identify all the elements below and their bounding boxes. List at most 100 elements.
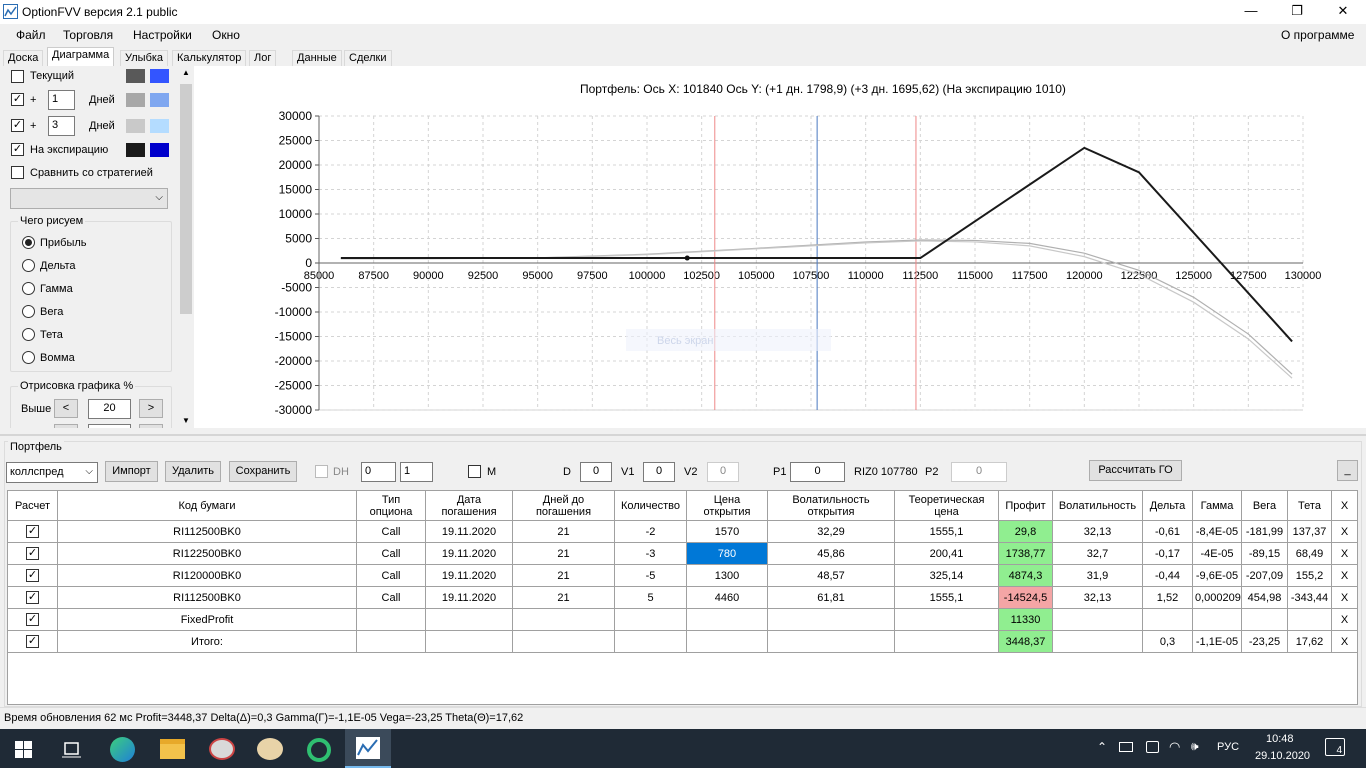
below-increase-button[interactable] bbox=[139, 424, 163, 428]
table-cell[interactable]: -343,44 bbox=[1287, 586, 1332, 609]
table-cell[interactable]: 1555,1 bbox=[894, 586, 999, 609]
v2-input[interactable]: 0 bbox=[707, 462, 739, 482]
compare-checkbox[interactable] bbox=[11, 166, 24, 179]
table-cell[interactable] bbox=[1142, 608, 1193, 631]
radio-theta[interactable] bbox=[22, 328, 35, 341]
table-cell[interactable]: 325,14 bbox=[894, 564, 999, 587]
table-cell[interactable] bbox=[356, 630, 426, 653]
battery-icon[interactable] bbox=[1119, 742, 1133, 752]
column-header[interactable]: Дней до погашения bbox=[512, 490, 615, 521]
table-cell[interactable]: -207,09 bbox=[1241, 564, 1288, 587]
column-header[interactable]: Тип опциона bbox=[356, 490, 426, 521]
table-cell[interactable] bbox=[356, 608, 426, 631]
m-checkbox[interactable] bbox=[468, 465, 481, 478]
minimize-button[interactable]: — bbox=[1228, 0, 1274, 24]
table-cell[interactable]: Итого: bbox=[57, 630, 357, 653]
tab-deals[interactable]: Сделки bbox=[344, 50, 392, 66]
calc-checkbox[interactable]: ✓ bbox=[26, 635, 39, 648]
remove-row-button[interactable]: X bbox=[1331, 608, 1358, 631]
table-cell[interactable]: -181,99 bbox=[1241, 520, 1288, 543]
table-cell[interactable]: FixedProfit bbox=[57, 608, 357, 631]
table-cell[interactable]: 48,57 bbox=[767, 564, 895, 587]
table-cell[interactable] bbox=[1052, 608, 1143, 631]
table-cell[interactable]: 68,49 bbox=[1287, 542, 1332, 565]
plus1-checkbox[interactable]: ✓ bbox=[11, 93, 24, 106]
tab-calculator[interactable]: Калькулятор bbox=[172, 50, 247, 66]
column-header[interactable]: Теоретическая цена bbox=[894, 490, 999, 521]
table-cell[interactable]: 3448,37 bbox=[998, 630, 1053, 653]
clock-date[interactable]: 29.10.2020 bbox=[1255, 750, 1310, 762]
windows-start-icon[interactable] bbox=[15, 741, 32, 758]
table-cell[interactable]: 31,9 bbox=[1052, 564, 1143, 587]
table-cell[interactable]: 5 bbox=[614, 586, 687, 609]
menu-file[interactable]: Файл bbox=[16, 28, 46, 42]
import-button[interactable]: Импорт bbox=[105, 461, 158, 482]
table-cell[interactable]: 21 bbox=[512, 542, 615, 565]
table-cell[interactable]: 200,41 bbox=[894, 542, 999, 565]
calc-checkbox-cell[interactable]: ✓ bbox=[7, 564, 58, 587]
table-cell[interactable]: 29,8 bbox=[998, 520, 1053, 543]
table-cell[interactable]: 32,29 bbox=[767, 520, 895, 543]
d-input[interactable]: 0 bbox=[580, 462, 612, 482]
table-cell[interactable] bbox=[614, 630, 687, 653]
table-cell[interactable]: -0,61 bbox=[1142, 520, 1193, 543]
table-cell[interactable]: RI120000BK0 bbox=[57, 564, 357, 587]
calc-checkbox[interactable]: ✓ bbox=[26, 613, 39, 626]
radio-vomma[interactable] bbox=[22, 351, 35, 364]
table-cell[interactable]: 21 bbox=[512, 520, 615, 543]
table-cell[interactable]: 1300 bbox=[686, 564, 768, 587]
left-panel-scrollbar[interactable]: ▲ ▼ bbox=[178, 66, 194, 428]
days1-input[interactable]: 1 bbox=[48, 90, 75, 110]
optionfvv-taskbar-button[interactable] bbox=[345, 729, 391, 768]
table-cell[interactable]: RI112500BK0 bbox=[57, 586, 357, 609]
menu-window[interactable]: Окно bbox=[212, 28, 240, 42]
table-cell[interactable]: 4460 bbox=[686, 586, 768, 609]
color-swatch[interactable] bbox=[150, 119, 169, 133]
task-view-icon[interactable] bbox=[62, 740, 81, 758]
table-row[interactable]: ✓ Итого: 3448,37 0,3 -1,1E-05 -23,25 17,62 X bbox=[7, 630, 1358, 653]
table-cell[interactable] bbox=[1192, 608, 1242, 631]
table-cell[interactable] bbox=[686, 608, 768, 631]
table-cell[interactable]: -23,25 bbox=[1241, 630, 1288, 653]
column-header[interactable]: Вега bbox=[1241, 490, 1288, 521]
table-cell[interactable]: 32,13 bbox=[1052, 520, 1143, 543]
scrollbar-thumb[interactable] bbox=[180, 84, 192, 314]
save-button[interactable]: Сохранить bbox=[229, 461, 297, 482]
calc-checkbox-cell[interactable]: ✓ bbox=[7, 520, 58, 543]
clock-time[interactable]: 10:48 bbox=[1266, 733, 1294, 745]
table-cell[interactable] bbox=[767, 630, 895, 653]
tab-board[interactable]: Доска bbox=[3, 50, 44, 66]
table-cell[interactable]: 19.11.2020 bbox=[425, 586, 513, 609]
calc-margin-button[interactable]: Рассчитать ГО bbox=[1089, 460, 1182, 481]
collapse-button[interactable]: _ bbox=[1337, 460, 1358, 481]
volume-icon[interactable]: 🕪 bbox=[1191, 739, 1199, 754]
spin1-input[interactable]: 0 bbox=[361, 462, 396, 482]
table-cell[interactable] bbox=[512, 608, 615, 631]
above-decrease-button[interactable]: < bbox=[54, 399, 78, 418]
above-input[interactable]: 20 bbox=[88, 399, 131, 419]
tab-diagram[interactable]: Диаграмма bbox=[47, 47, 115, 66]
table-cell[interactable] bbox=[1287, 608, 1332, 631]
table-cell[interactable]: -4E-05 bbox=[1192, 542, 1242, 565]
table-cell[interactable]: 61,81 bbox=[767, 586, 895, 609]
table-cell[interactable]: 4874,3 bbox=[998, 564, 1053, 587]
table-cell[interactable]: 1738,77 bbox=[998, 542, 1053, 565]
table-cell[interactable]: Call bbox=[356, 542, 426, 565]
table-cell[interactable]: RI112500BK0 bbox=[57, 520, 357, 543]
v1-input[interactable]: 0 bbox=[643, 462, 675, 482]
calc-checkbox[interactable]: ✓ bbox=[26, 591, 39, 604]
remove-row-button[interactable]: X bbox=[1331, 586, 1358, 609]
table-row[interactable]: ✓ FixedProfit 11330 X bbox=[7, 608, 1358, 631]
table-cell[interactable] bbox=[512, 630, 615, 653]
expiry-checkbox[interactable]: ✓ bbox=[11, 143, 24, 156]
menu-settings[interactable]: Настройки bbox=[133, 28, 192, 42]
table-row[interactable]: ✓ RI112500BK0 Call 19.11.2020 21 5 4460 61,81 15… bbox=[7, 586, 1358, 609]
color-swatch[interactable] bbox=[150, 69, 169, 83]
radio-vega[interactable] bbox=[22, 305, 35, 318]
remove-row-button[interactable]: X bbox=[1331, 630, 1358, 653]
p1-input[interactable]: 0 bbox=[790, 462, 845, 482]
table-cell[interactable]: 45,86 bbox=[767, 542, 895, 565]
tab-log[interactable]: Лог bbox=[249, 50, 277, 66]
current-checkbox[interactable] bbox=[11, 70, 24, 83]
radio-gamma[interactable] bbox=[22, 282, 35, 295]
